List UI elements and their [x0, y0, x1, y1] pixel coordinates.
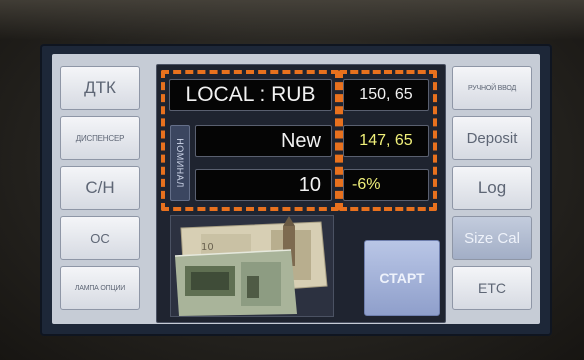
value-mid-text: 147, 65	[359, 132, 413, 149]
serial-number-button[interactable]: С/Н	[60, 166, 140, 210]
currency-mode-field: LOCAL : RUB	[169, 79, 332, 111]
svg-text:10: 10	[201, 242, 214, 253]
ui-panel: ДТК ДИСПЕНСЕР С/Н ОС ЛАМПА ОПЦИИ LOCAL :…	[52, 54, 540, 324]
bezel-shine	[0, 0, 584, 40]
lamp-option-button[interactable]: ЛАМПА ОПЦИИ	[60, 266, 140, 310]
start-button[interactable]: СТАРТ	[364, 240, 440, 316]
etc-button[interactable]: ETC	[452, 266, 532, 310]
currency-mode-text: LOCAL : RUB	[185, 83, 316, 106]
os-button[interactable]: ОС	[60, 216, 140, 260]
side-label-text: НОМИНАЛ	[175, 138, 186, 188]
note-type-text: New	[280, 129, 321, 152]
value-mid-field: 147, 65	[343, 125, 429, 157]
denomination-text: 10	[298, 173, 321, 196]
touch-screen: ДТК ДИСПЕНСЕР С/Н ОС ЛАМПА ОПЦИИ LOCAL :…	[40, 44, 552, 336]
dtk-button[interactable]: ДТК	[60, 66, 140, 110]
denomination-side-label: НОМИНАЛ	[170, 125, 190, 201]
banknote-photo-icon: 10	[170, 215, 334, 317]
dispenser-button[interactable]: ДИСПЕНСЕР	[60, 116, 140, 160]
manual-input-button[interactable]: РУЧНОЙ ВВОД	[452, 66, 532, 110]
value-diff-field: -6%	[343, 169, 429, 201]
size-cal-button[interactable]: Size Cal	[452, 216, 532, 260]
value-diff-text: -6%	[352, 176, 381, 193]
log-button[interactable]: Log	[452, 166, 532, 210]
banknote-photo-svg: 10	[171, 216, 333, 316]
display-area: LOCAL : RUB НОМИНАЛ New 10 150, 65 147, …	[156, 64, 446, 323]
note-type-field[interactable]: New	[195, 125, 332, 157]
value-top-text: 150, 65	[359, 86, 413, 103]
deposit-button[interactable]: Deposit	[452, 116, 532, 160]
denomination-field[interactable]: 10	[195, 169, 332, 201]
value-top-field: 150, 65	[343, 79, 429, 111]
